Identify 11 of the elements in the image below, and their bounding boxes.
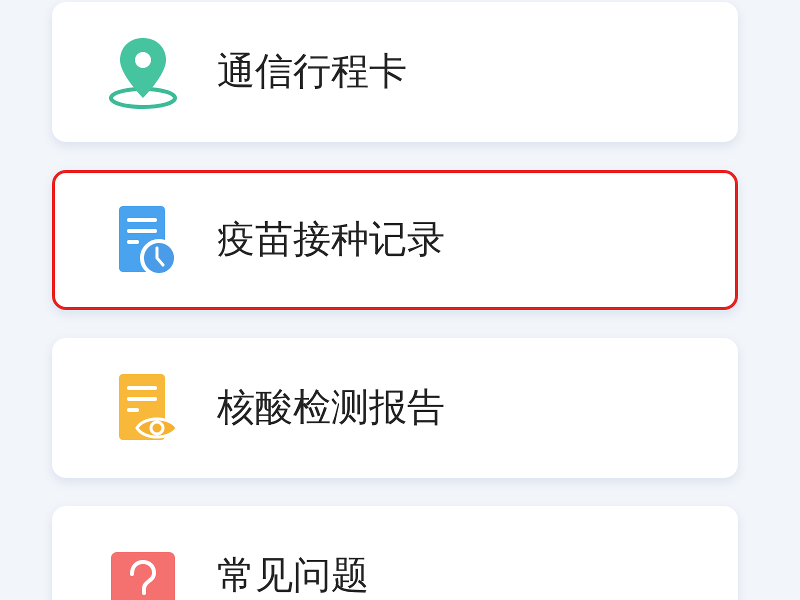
menu-label: 疫苗接种记录 [217, 219, 445, 261]
menu-card[interactable]: 通信行程卡 [52, 2, 738, 142]
menu-label: 通信行程卡 [217, 51, 407, 93]
document-eye-icon [119, 374, 178, 440]
menu-card[interactable]: 核酸检测报告 [52, 338, 738, 478]
menu-label: 常见问题 [217, 555, 369, 597]
question-icon [111, 552, 175, 600]
menu-label: 核酸检测报告 [217, 387, 445, 429]
pin-icon [109, 38, 177, 109]
menu-card[interactable]: 疫苗接种记录 [52, 170, 738, 310]
menu-card[interactable]: 常见问题 [52, 506, 738, 600]
